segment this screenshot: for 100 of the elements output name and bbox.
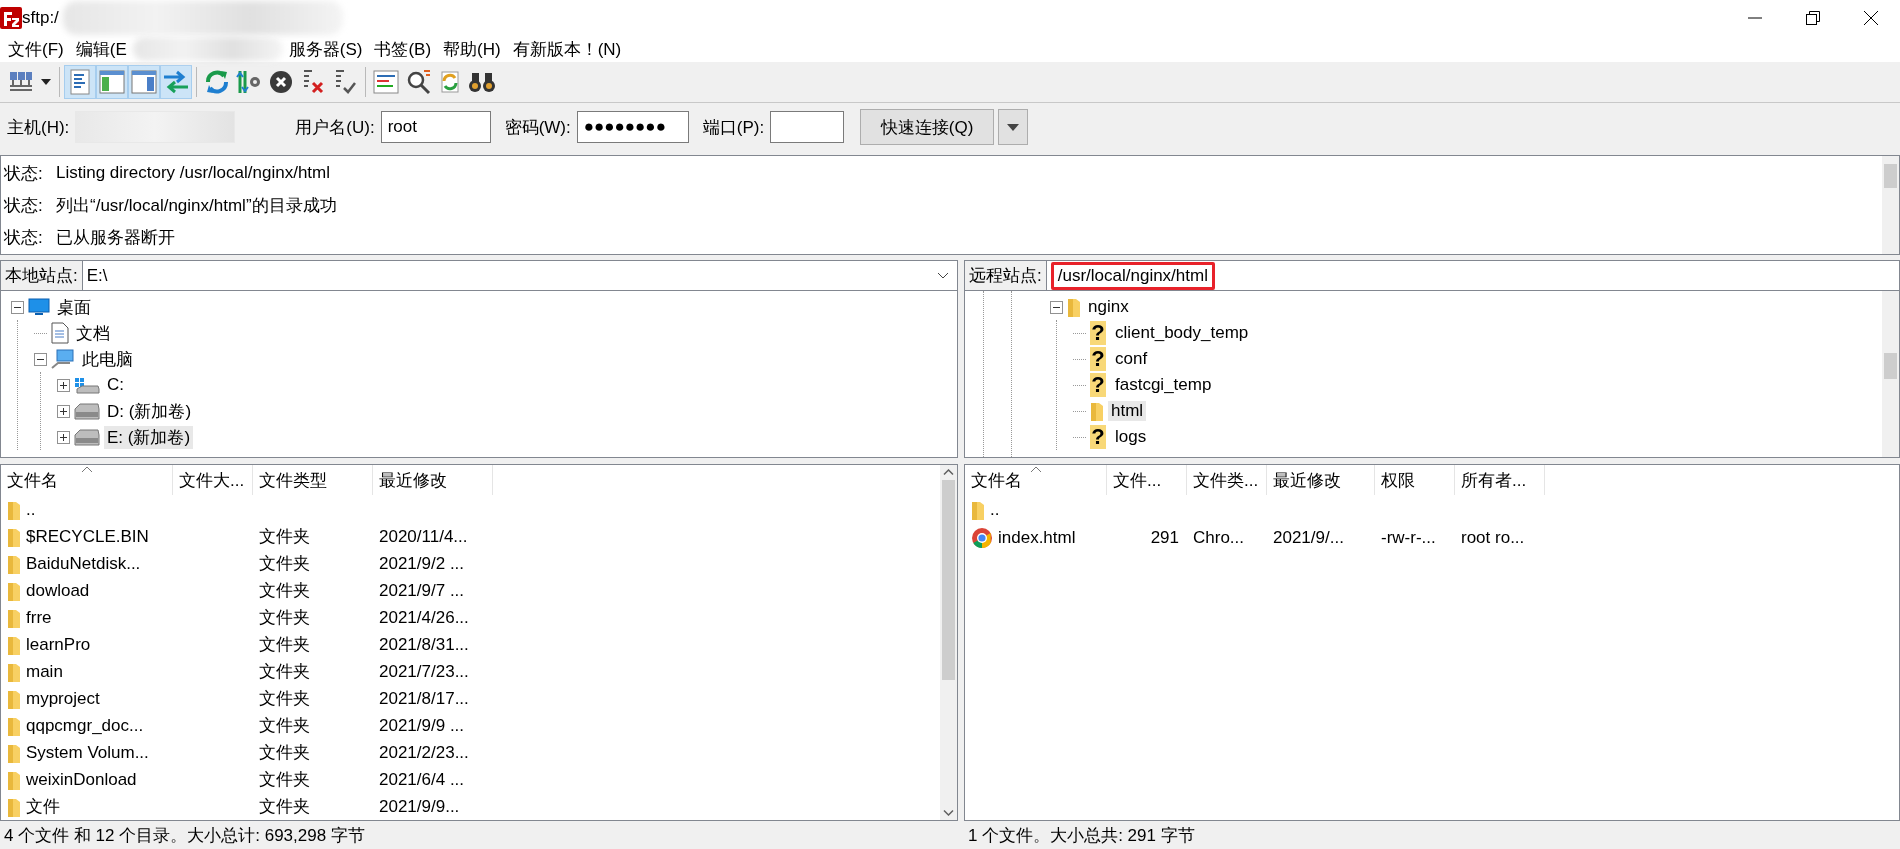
column-header[interactable]: 文件... bbox=[1107, 465, 1187, 495]
question-mark-icon: ? bbox=[1090, 373, 1106, 397]
expand-icon[interactable] bbox=[57, 378, 70, 392]
drive-icon bbox=[74, 376, 100, 394]
column-header[interactable]: 文件类型 bbox=[253, 465, 373, 495]
table-cell-text: 文件夹 bbox=[258, 553, 311, 575]
list-lines-icon bbox=[373, 70, 399, 94]
table-cell-text: 2020/11/4... bbox=[378, 526, 469, 547]
chevron-down-icon bbox=[937, 272, 949, 279]
tree-item[interactable]: html bbox=[1108, 401, 1147, 421]
site-label: 本地站点: bbox=[1, 261, 83, 290]
username-field[interactable]: root bbox=[380, 111, 491, 143]
column-header[interactable]: 权限 bbox=[1375, 465, 1455, 495]
table-cell-text: 291 bbox=[1149, 528, 1180, 548]
tree-item[interactable]: conf bbox=[1112, 349, 1151, 369]
document-lines-icon bbox=[69, 69, 91, 95]
monitor-icon bbox=[28, 298, 50, 316]
file-name[interactable]: qqpcmgr_doc... bbox=[26, 715, 144, 736]
password-field[interactable]: ●●●●●●●● bbox=[576, 111, 689, 143]
scroll-up-icon[interactable] bbox=[943, 469, 954, 476]
port-field[interactable] bbox=[770, 111, 845, 143]
menu-item[interactable]: 有新版本！(N) bbox=[506, 37, 628, 61]
file-name[interactable]: .. bbox=[26, 499, 36, 520]
field-label: 密码(W): bbox=[504, 116, 571, 139]
table-cell-text: 文件夹 bbox=[258, 715, 311, 737]
minimize-icon bbox=[1747, 17, 1763, 19]
column-header[interactable]: 文件名 bbox=[965, 465, 1107, 495]
table-cell-text: 文件夹 bbox=[258, 634, 311, 656]
document-cross-icon bbox=[301, 69, 325, 95]
file-name[interactable]: learnPro bbox=[26, 634, 91, 655]
tree-item[interactable]: 文档 bbox=[73, 321, 113, 345]
scrollbar-thumb[interactable] bbox=[1884, 164, 1897, 188]
table-cell-text: 文件夹 bbox=[258, 580, 311, 602]
table-cell-text: 2021/9/2 ... bbox=[378, 553, 466, 574]
column-header[interactable]: 文件名 bbox=[1, 465, 173, 495]
tree-item[interactable]: 桌面 bbox=[54, 295, 94, 319]
menu-item[interactable]: 书签(B) bbox=[368, 37, 438, 61]
file-name[interactable]: 文件 bbox=[26, 795, 60, 818]
expand-icon[interactable] bbox=[57, 404, 70, 418]
table-cell-text: Chro... bbox=[1192, 528, 1246, 548]
browser-icon bbox=[971, 527, 993, 549]
dropdown-button[interactable] bbox=[998, 109, 1029, 145]
drive-icon bbox=[74, 402, 100, 420]
tree-item[interactable]: D: (新加卷) bbox=[104, 399, 195, 423]
scrollbar-thumb[interactable] bbox=[1884, 353, 1897, 379]
menu-item[interactable]: 帮助(H) bbox=[437, 37, 507, 61]
table-cell-text: 2021/9/7 ... bbox=[378, 580, 466, 601]
collapse-icon[interactable] bbox=[34, 352, 47, 366]
log-message: 列出“/usr/local/nginx/html”的目录成功 bbox=[56, 194, 337, 217]
table-cell-text: 文件夹 bbox=[258, 688, 311, 710]
scroll-down-icon[interactable] bbox=[943, 809, 954, 816]
table-cell-text: 文件夹 bbox=[258, 769, 311, 791]
column-header[interactable]: 文件大... bbox=[173, 465, 253, 495]
close-circle-icon bbox=[269, 70, 293, 94]
tree-item[interactable]: client_body_temp bbox=[1112, 323, 1252, 343]
document-check-icon bbox=[333, 69, 357, 95]
file-name[interactable]: .. bbox=[990, 500, 1000, 520]
table-cell-text: 2021/7/23... bbox=[378, 661, 470, 682]
file-name[interactable]: frre bbox=[26, 607, 52, 628]
log-message: 已从服务器断开 bbox=[56, 226, 175, 249]
tree-item[interactable]: nginx bbox=[1085, 297, 1132, 317]
collapse-icon[interactable] bbox=[11, 300, 24, 314]
collapse-icon[interactable] bbox=[1050, 300, 1063, 314]
folder-icon bbox=[1090, 400, 1104, 422]
table-cell-text: 文件夹 bbox=[258, 742, 311, 764]
file-name[interactable]: System Volum... bbox=[26, 742, 149, 763]
table-cell-text: 2021/9/9... bbox=[378, 796, 461, 817]
file-name[interactable]: main bbox=[26, 661, 63, 682]
toolbar-button[interactable] bbox=[64, 65, 96, 99]
sort-ascending-icon bbox=[80, 465, 93, 473]
table-cell-text: 2021/2/23... bbox=[378, 742, 470, 763]
column-header[interactable]: 最近修改 bbox=[1267, 465, 1375, 495]
tree-item[interactable]: fastcgi_temp bbox=[1112, 375, 1215, 395]
tree-item[interactable]: C: bbox=[104, 375, 127, 395]
table-cell-text: 2021/6/4 ... bbox=[378, 769, 466, 790]
menu-item[interactable]: 服务器(S) bbox=[282, 37, 369, 61]
search-icon bbox=[405, 69, 431, 95]
tree-item[interactable]: E: (新加卷) bbox=[104, 425, 194, 449]
log-label: 状态: bbox=[4, 226, 44, 249]
file-name[interactable]: weixinDonload bbox=[26, 769, 137, 790]
quickconnect-button[interactable]: 快速连接(Q) bbox=[860, 109, 995, 145]
expand-icon[interactable] bbox=[57, 430, 70, 444]
column-header[interactable]: 文件类... bbox=[1187, 465, 1267, 495]
question-mark-icon: ? bbox=[1090, 347, 1106, 371]
file-name[interactable]: $RECYCLE.BIN bbox=[26, 526, 149, 547]
file-name[interactable]: BaiduNetdisk... bbox=[26, 553, 141, 574]
file-name[interactable]: index.html bbox=[998, 528, 1076, 548]
table-cell-text: 文件夹 bbox=[258, 526, 311, 548]
tree-item[interactable]: logs bbox=[1112, 427, 1150, 447]
file-name[interactable]: myproject bbox=[26, 688, 100, 709]
field-label: 端口(P): bbox=[702, 116, 765, 139]
column-header[interactable]: 所有者... bbox=[1455, 465, 1545, 495]
menu-item[interactable]: 编辑(E bbox=[69, 37, 133, 61]
field-label: 主机(H): bbox=[7, 116, 70, 139]
file-name[interactable]: dowload bbox=[26, 580, 90, 601]
status-text: 4 个文件 和 12 个目录。大小总计: 693,298 字节 bbox=[3, 824, 366, 847]
column-header[interactable]: 最近修改 bbox=[373, 465, 493, 495]
tree-item[interactable]: 此电脑 bbox=[79, 347, 136, 371]
scrollbar-thumb[interactable] bbox=[942, 480, 955, 680]
menu-item[interactable]: 文件(F) bbox=[2, 37, 70, 61]
